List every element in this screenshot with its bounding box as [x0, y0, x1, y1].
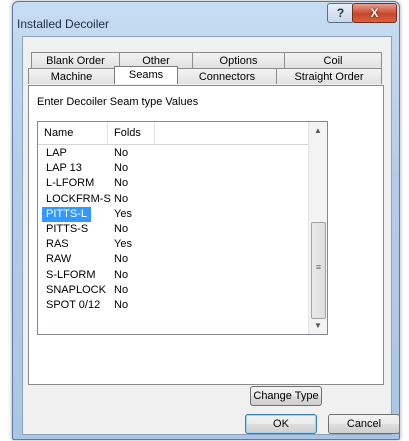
column-header-folds[interactable]: Folds: [108, 122, 155, 144]
scroll-thumb[interactable]: ≡: [311, 222, 326, 319]
column-header-name[interactable]: Name: [38, 122, 108, 144]
close-icon: X: [370, 6, 379, 20]
seam-name: RAS: [46, 238, 69, 251]
seam-folds: No: [114, 268, 129, 281]
seam-name: S-LFORM: [46, 268, 96, 281]
help-button[interactable]: ?: [327, 3, 354, 23]
seam-folds: No: [114, 162, 129, 175]
tab-connectors[interactable]: Connectors: [177, 68, 277, 84]
window-title: Installed Decoiler: [17, 17, 110, 31]
list-item[interactable]: LAP 13 No: [38, 161, 310, 176]
scroll-up-icon[interactable]: ▲: [309, 122, 327, 139]
list-item[interactable]: PITTS-S No: [38, 222, 310, 237]
seam-name: PITTS-S: [46, 222, 89, 235]
dialog-client: Blank Order Other Options Coil Machine S…: [22, 36, 399, 435]
seam-folds: No: [114, 177, 129, 190]
seam-folds: Yes: [114, 238, 132, 251]
list-item[interactable]: PITTS-L Yes: [38, 206, 310, 222]
seam-folds: No: [114, 222, 129, 235]
list-item[interactable]: LOCKFRM-S No: [38, 192, 310, 207]
seam-name: PITTS-L: [42, 206, 91, 222]
seam-name: LAP 13: [46, 162, 82, 175]
seam-folds: No: [114, 147, 129, 159]
list-item[interactable]: RAW No: [38, 252, 310, 267]
seam-list[interactable]: Name Folds LAP No LAP 13 No L-LFORM No LOCKFRM…: [37, 121, 328, 335]
grip-icon: ≡: [315, 262, 322, 272]
tab-options[interactable]: Options: [192, 52, 285, 68]
list-header: Name Folds: [38, 122, 310, 145]
seam-name: LOCKFRM-S: [46, 192, 111, 205]
dialog-window: Installed Decoiler ? X Blank Order Other…: [12, 1, 400, 440]
seam-folds: No: [114, 298, 129, 311]
tab-row-1: Blank Order Other Options Coil: [31, 52, 382, 68]
seam-folds: No: [114, 283, 129, 296]
list-item[interactable]: S-LFORM No: [38, 268, 310, 283]
scroll-down-icon[interactable]: ▼: [309, 317, 327, 334]
tab-row-2: Machine Seams Connectors Straight Order: [28, 66, 382, 84]
tab-blank-order[interactable]: Blank Order: [31, 52, 120, 68]
prompt-label: Enter Decoiler Seam type Values: [37, 96, 199, 108]
list-item[interactable]: SNAPLOCK No: [38, 283, 310, 298]
change-type-button[interactable]: Change Type: [250, 386, 322, 406]
close-button[interactable]: X: [352, 3, 397, 23]
seam-folds: No: [114, 192, 129, 205]
list-item[interactable]: LAP No: [38, 146, 310, 161]
tab-straight-order[interactable]: Straight Order: [276, 68, 382, 84]
seam-name: LAP: [46, 147, 67, 159]
seam-name: SPOT 0/12: [46, 298, 101, 311]
tab-machine[interactable]: Machine: [28, 68, 115, 84]
seam-name: SNAPLOCK: [46, 283, 106, 296]
seams-panel: Enter Decoiler Seam type Values Name Fol…: [28, 85, 384, 406]
list-item[interactable]: SPOT 0/12 No: [38, 298, 310, 313]
seam-name: RAW: [46, 253, 72, 266]
list-item[interactable]: L-LFORM No: [38, 176, 310, 191]
tab-seams[interactable]: Seams: [114, 66, 178, 84]
seam-name: L-LFORM: [46, 177, 95, 190]
seam-folds: No: [114, 253, 129, 266]
list-item[interactable]: RAS Yes: [38, 237, 310, 252]
help-icon: ?: [336, 6, 345, 20]
ok-button[interactable]: OK: [245, 414, 317, 434]
vertical-scrollbar[interactable]: ▲ ≡ ▼: [308, 122, 327, 334]
cancel-button[interactable]: Cancel: [328, 414, 399, 434]
tab-coil[interactable]: Coil: [284, 52, 382, 68]
list-rows: LAP No LAP 13 No L-LFORM No LOCKFRM-S No PITTS-L…: [38, 146, 310, 313]
seam-folds: Yes: [114, 207, 132, 220]
